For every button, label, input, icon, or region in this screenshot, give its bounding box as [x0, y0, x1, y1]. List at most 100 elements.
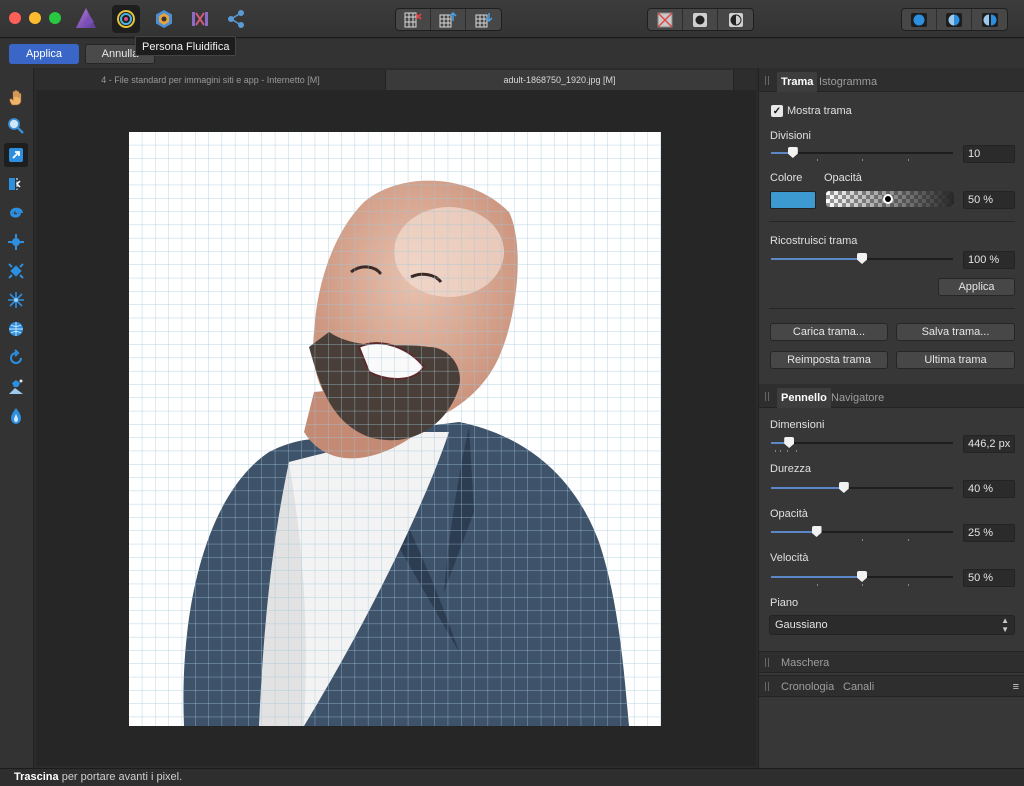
apply-button[interactable]: Applica [9, 44, 79, 64]
pinch-icon[interactable] [4, 230, 28, 254]
divider [769, 221, 1015, 222]
hand-icon[interactable] [4, 86, 28, 110]
hardness-field[interactable]: 40 % [963, 480, 1015, 498]
zoom-icon[interactable] [4, 114, 28, 138]
tab-istogramma[interactable]: Istogramma [815, 72, 881, 92]
show-mesh-checkbox[interactable]: ✓ [771, 105, 783, 117]
mesh-tools-group [395, 8, 502, 31]
view-mode-mirror-button[interactable] [972, 9, 1007, 30]
divisions-label: Divisioni [770, 130, 811, 142]
tools-panel [0, 68, 34, 768]
brush-opacity-label: Opacità [770, 508, 808, 520]
right-studio-panel: Trama Istogramma ✓ Mostra trama Division… [758, 68, 1024, 768]
panel-grip-icon[interactable] [765, 76, 769, 85]
save-mesh-button[interactable] [431, 9, 466, 30]
document-tabs: 4 - File standard per immagini siti e ap… [36, 70, 756, 90]
freeze-icon[interactable] [4, 375, 28, 399]
color-label: Colore [770, 172, 803, 184]
brush-opacity-field[interactable]: 25 % [963, 524, 1015, 542]
mask-panel-header[interactable]: Maschera [759, 651, 1024, 673]
tone-mapping-persona-icon[interactable] [186, 5, 214, 33]
mesh-panel-tabs: Trama Istogramma [759, 68, 1024, 92]
export-persona-icon[interactable] [222, 5, 250, 33]
divisions-ticks [771, 159, 953, 163]
status-action: Trascina [14, 771, 59, 783]
reconstruct-icon[interactable] [4, 346, 28, 370]
brush-panel-tabs: Pennello Navigatore [759, 384, 1024, 408]
document-tab[interactable]: 4 - File standard per immagini siti e ap… [36, 70, 386, 90]
speed-slider[interactable] [771, 571, 953, 582]
develop-persona-icon[interactable] [150, 5, 178, 33]
load-mesh-button[interactable]: Carica trama... [770, 323, 888, 341]
size-label: Dimensioni [770, 419, 825, 431]
size-slider[interactable] [771, 437, 953, 448]
divider [769, 308, 1015, 309]
window-minimize-button[interactable] [29, 12, 41, 24]
select-arrows-icon: ▲ ▼ [1001, 616, 1009, 634]
view-mode-split-button[interactable] [937, 9, 972, 30]
panel-grip-icon[interactable] [765, 682, 769, 691]
plane-select-value: Gaussiano [775, 619, 828, 631]
window-zoom-button[interactable] [49, 12, 61, 24]
mesh-clone-icon[interactable] [4, 317, 28, 341]
liquify-push-left-icon[interactable] [4, 172, 28, 196]
clear-mesh-button[interactable] [396, 9, 431, 30]
tab-navigatore[interactable]: Navigatore [827, 388, 888, 408]
thaw-icon[interactable] [4, 404, 28, 428]
view-mode-full-button[interactable] [902, 9, 937, 30]
panel-menu-icon[interactable]: ≡ [1013, 681, 1019, 693]
rebuild-apply-button[interactable]: Applica [938, 278, 1015, 296]
mesh-color-swatch[interactable] [770, 191, 816, 209]
tab-trama[interactable]: Trama [777, 72, 818, 92]
liquify-persona-icon[interactable] [112, 5, 140, 33]
load-mesh-button[interactable] [466, 9, 501, 30]
invert-mask-button[interactable] [683, 9, 718, 30]
plane-label: Piano [770, 597, 799, 609]
last-mesh-button[interactable]: Ultima trama [896, 351, 1015, 369]
clear-mask-button[interactable] [648, 9, 683, 30]
mesh-opacity-knob[interactable] [883, 194, 893, 204]
view-mode-group [901, 8, 1008, 31]
tab-canali[interactable]: Canali [839, 677, 878, 697]
mask-mode-button[interactable] [718, 9, 753, 30]
speed-field[interactable]: 50 % [963, 569, 1015, 587]
brush-opacity-slider[interactable] [771, 526, 953, 537]
divisions-field[interactable]: 10 [963, 145, 1015, 163]
twirl-icon[interactable] [4, 201, 28, 225]
plane-select[interactable]: Gaussiano ▲ ▼ [769, 615, 1015, 635]
speed-ticks [771, 584, 953, 588]
panel-grip-icon[interactable] [765, 658, 769, 667]
hardness-label: Durezza [770, 463, 811, 475]
hardness-slider[interactable] [771, 482, 953, 493]
status-bar: Trascina per portare avanti i pixel. [0, 768, 1024, 786]
window-close-button[interactable] [9, 12, 21, 24]
tab-pennello[interactable]: Pennello [777, 388, 831, 408]
punch-icon[interactable] [4, 259, 28, 283]
brush-opacity-ticks [771, 539, 953, 543]
history-panel-header[interactable]: Cronologia Canali ≡ [759, 675, 1024, 697]
mesh-opacity-field[interactable]: 50 % [963, 191, 1015, 209]
show-mesh-label: Mostra trama [787, 105, 852, 117]
tab-maschera[interactable]: Maschera [777, 653, 833, 673]
tab-cronologia[interactable]: Cronologia [777, 677, 838, 697]
save-mesh-button[interactable]: Salva trama... [896, 323, 1015, 341]
document-tab-active[interactable]: adult-1868750_1920.jpg [M] [386, 70, 734, 90]
persona-tooltip: Persona Fluidifica [135, 36, 237, 56]
opacity-label: Opacità [824, 172, 862, 184]
size-field[interactable]: 446,2 px [963, 435, 1015, 453]
turbulence-icon[interactable] [4, 288, 28, 312]
rebuild-label: Ricostruisci trama [770, 235, 858, 247]
divisions-slider[interactable] [771, 147, 953, 158]
portrait-image [129, 132, 661, 726]
main-toolbar [0, 0, 1024, 38]
liquify-push-forward-icon[interactable] [4, 143, 28, 167]
reset-mesh-button[interactable]: Reimposta trama [770, 351, 888, 369]
canvas-photo[interactable] [129, 132, 661, 726]
rebuild-slider[interactable] [771, 253, 953, 264]
mask-tools-group [647, 8, 754, 31]
affinity-photo-logo-icon[interactable] [74, 6, 98, 30]
rebuild-field[interactable]: 100 % [963, 251, 1015, 269]
status-hint: per portare avanti i pixel. [58, 771, 183, 783]
size-ticks [771, 450, 953, 454]
panel-grip-icon[interactable] [765, 392, 769, 401]
